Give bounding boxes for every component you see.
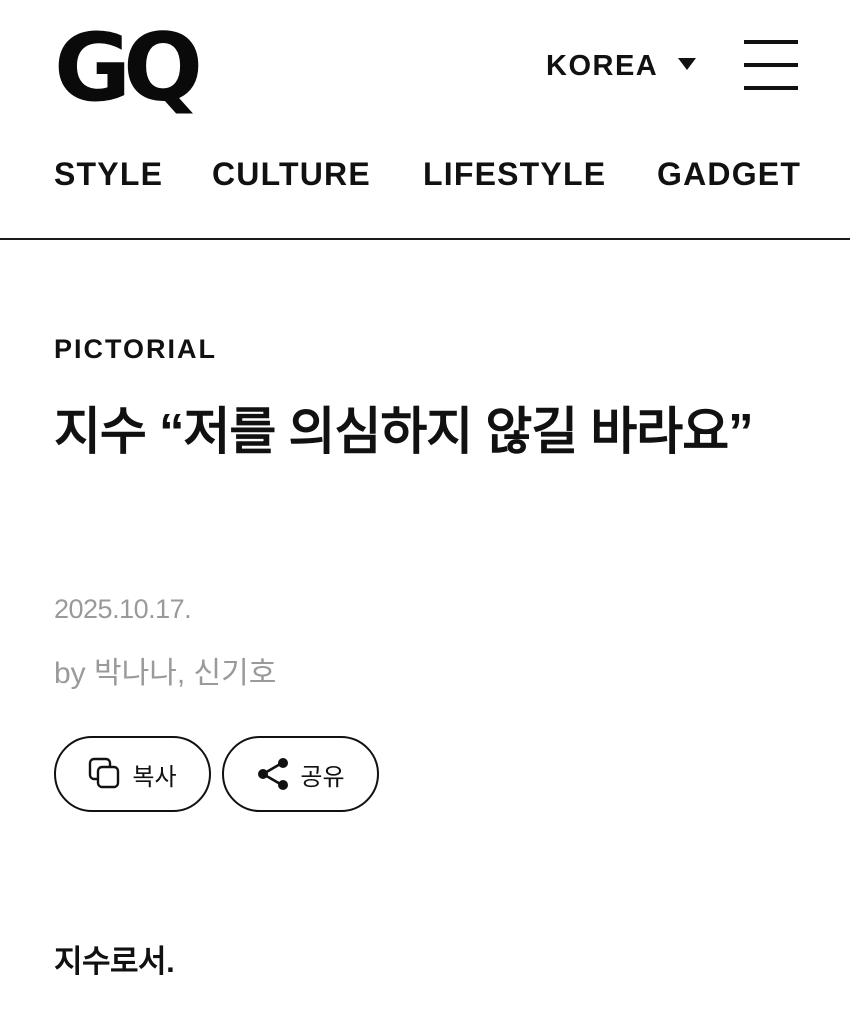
copy-icon bbox=[89, 757, 120, 789]
article-byline: by 박나나, 신기호 bbox=[54, 657, 277, 690]
article-body-first-line: 지수로서. bbox=[54, 944, 175, 979]
nav-item-lifestyle[interactable]: LIFESTYLE bbox=[423, 156, 606, 193]
caret-down-icon bbox=[678, 58, 697, 70]
region-selector[interactable]: KOREA bbox=[546, 46, 697, 86]
share-label: 공유 bbox=[300, 763, 345, 791]
article-date: 2025.10.17. bbox=[54, 594, 192, 624]
copy-label: 복사 bbox=[132, 763, 177, 791]
menu-bar bbox=[744, 63, 798, 67]
article-category[interactable]: PICTORIAL bbox=[54, 334, 217, 365]
nav-item-culture[interactable]: CULTURE bbox=[212, 156, 371, 193]
nav-item-style[interactable]: STYLE bbox=[54, 156, 163, 193]
menu-bar bbox=[744, 86, 798, 90]
gq-logo[interactable]: GQ bbox=[54, 14, 212, 123]
header-divider bbox=[0, 238, 850, 240]
hamburger-menu-icon[interactable] bbox=[744, 40, 798, 90]
menu-bar bbox=[744, 40, 798, 44]
nav-item-gadget[interactable]: GADGET bbox=[657, 156, 801, 193]
share-button[interactable]: 공유 bbox=[222, 736, 379, 812]
article-title: 지수 “저를 의심하지 않길 바라요” bbox=[54, 403, 754, 460]
region-label: KOREA bbox=[546, 49, 659, 82]
share-icon bbox=[258, 758, 289, 790]
main-nav: STYLE CULTURE LIFESTYLE GADGET bbox=[0, 156, 850, 198]
logo-text: GQ bbox=[54, 14, 203, 123]
copy-button[interactable]: 복사 bbox=[54, 736, 211, 812]
site-header: GQ KOREA STYLE CULTURE LIFESTYLE GADGET bbox=[0, 0, 850, 240]
